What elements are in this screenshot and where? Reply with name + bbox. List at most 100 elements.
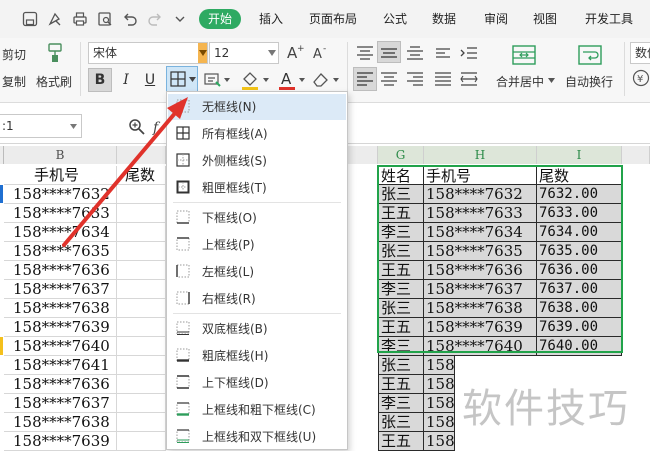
italic-button[interactable]: I	[114, 68, 138, 92]
tab-home[interactable]: 开始	[199, 9, 241, 29]
tail-cell[interactable]	[117, 185, 166, 204]
underline-button[interactable]: U	[138, 68, 162, 92]
phone-cell-right[interactable]: 158****7638	[424, 299, 537, 318]
phone-cell[interactable]: 158****7637	[4, 280, 117, 299]
name-cell[interactable]: 张三	[378, 299, 424, 318]
name-cell[interactable]: 王五	[378, 432, 424, 451]
tail-cell[interactable]	[117, 356, 166, 375]
format-painter-quick-icon[interactable]	[47, 11, 63, 27]
phone-cell[interactable]: 158****7636	[4, 261, 117, 280]
name-cell[interactable]: 李三	[378, 280, 424, 299]
merge-center-button[interactable]: 合并居中	[496, 73, 544, 90]
name-cell[interactable]: 张三	[378, 242, 424, 261]
tab-view[interactable]: 视图	[533, 10, 557, 28]
undo-icon[interactable]	[122, 11, 138, 27]
wrap-text-button[interactable]: 自动换行	[565, 73, 613, 90]
phone-cell[interactable]: 158****7632	[4, 185, 117, 204]
copy-button[interactable]: 复制	[2, 73, 26, 90]
menu-item-outside-borders[interactable]: 外侧框线(S)	[168, 148, 346, 174]
currency-icon[interactable]: ¥	[632, 69, 650, 87]
phone-cell[interactable]: 158****7635	[4, 242, 117, 261]
column-header-h[interactable]: H	[424, 146, 537, 164]
phone-cell-right[interactable]: 158	[424, 356, 455, 375]
menu-item-bottom-border[interactable]: 下框线(O)	[168, 205, 346, 231]
wrap-text-icon[interactable]	[578, 44, 602, 66]
number-format-select[interactable]: 数值	[630, 42, 650, 64]
tail-cell[interactable]	[117, 299, 166, 318]
redo-icon[interactable]	[147, 11, 163, 27]
print-preview-icon[interactable]	[97, 11, 113, 27]
merge-center-icon[interactable]	[512, 44, 536, 66]
increase-font-size-icon[interactable]: A +	[286, 43, 304, 61]
decrease-font-size-icon[interactable]: A -	[312, 43, 330, 61]
menu-item-thick-box-border[interactable]: 粗匣框线(T)	[168, 175, 346, 201]
phone-cell[interactable]: 158****7638	[4, 413, 117, 432]
name-cell[interactable]: 李三	[378, 337, 424, 356]
column-header-i[interactable]: I	[537, 146, 622, 164]
tab-data[interactable]: 数据	[432, 10, 456, 28]
tail-cell-right[interactable]: 7636.00	[537, 261, 622, 280]
tail-cell-right[interactable]: 7637.00	[537, 280, 622, 299]
tail-cell-right[interactable]: 7640.00	[537, 337, 622, 356]
chevron-down-icon[interactable]	[70, 124, 77, 129]
menu-item-left-border[interactable]: 左框线(L)	[168, 259, 346, 285]
menu-item-top-double-bottom-border[interactable]: 上框线和双下框线(U)	[168, 424, 346, 450]
format-painter-icon[interactable]	[44, 42, 66, 64]
name-cell[interactable]: 张三	[378, 185, 424, 204]
phone-cell[interactable]: 158****7636	[4, 375, 117, 394]
chevron-down-icon[interactable]	[172, 11, 188, 27]
cut-button[interactable]: 剪切	[2, 46, 26, 63]
name-cell[interactable]: 张三	[378, 413, 424, 432]
header-cell-tail[interactable]: 尾数	[117, 166, 166, 185]
header-cell-phone[interactable]: 手机号	[4, 166, 117, 185]
phone-cell-right[interactable]: 158	[424, 394, 455, 413]
eraser-icon[interactable]	[312, 70, 330, 88]
header-cell-name[interactable]: 姓名	[378, 166, 424, 185]
zoom-icon[interactable]	[128, 118, 146, 136]
tab-insert[interactable]: 插入	[259, 10, 283, 28]
menu-item-all-borders[interactable]: 所有框线(A)	[168, 121, 346, 147]
tail-cell[interactable]	[117, 337, 166, 356]
phone-cell-right[interactable]: 158****7639	[424, 318, 537, 337]
align-center-icon[interactable]	[379, 70, 399, 88]
phone-cell[interactable]: 158****7639	[4, 432, 117, 451]
name-cell[interactable]: 李三	[378, 394, 424, 413]
phone-cell[interactable]: 158****7640	[4, 337, 117, 356]
align-bottom-icon[interactable]	[405, 44, 425, 62]
orientation-icon[interactable]	[433, 44, 453, 62]
tail-cell-right[interactable]: 7633.00	[537, 204, 622, 223]
tail-cell[interactable]	[117, 318, 166, 337]
name-cell[interactable]: 王五	[378, 318, 424, 337]
column-header-b[interactable]: B	[4, 146, 117, 164]
phone-cell-right[interactable]: 158	[424, 432, 455, 451]
phone-cell-right[interactable]: 158****7640	[424, 337, 537, 356]
phone-cell-right[interactable]: 158****7637	[424, 280, 537, 299]
phone-cell-right[interactable]: 158	[424, 413, 455, 432]
phone-cell-right[interactable]: 158	[424, 375, 455, 394]
tail-cell[interactable]	[117, 204, 166, 223]
header-cell-tail-right[interactable]: 尾数	[537, 166, 622, 185]
save-icon[interactable]	[22, 11, 38, 27]
phone-cell[interactable]: 158****7639	[4, 318, 117, 337]
function-icon[interactable]: f	[152, 118, 166, 136]
phone-cell[interactable]: 158****7634	[4, 223, 117, 242]
menu-item-thick-bottom-border[interactable]: 粗底框线(H)	[168, 343, 346, 369]
phone-cell[interactable]: 158****7638	[4, 299, 117, 318]
tail-cell[interactable]	[117, 413, 166, 432]
name-cell[interactable]: 张三	[378, 356, 424, 375]
phone-cell-right[interactable]: 158****7635	[424, 242, 537, 261]
column-header-f[interactable]	[348, 146, 378, 164]
tail-cell[interactable]	[117, 280, 166, 299]
font-color-icon[interactable]: A	[277, 69, 297, 91]
tail-cell[interactable]	[117, 223, 166, 242]
column-header-g[interactable]: G	[378, 146, 424, 164]
tail-cell[interactable]	[117, 394, 166, 413]
bold-button[interactable]: B	[88, 68, 112, 92]
tail-cell-right[interactable]: 7638.00	[537, 299, 622, 318]
tail-cell[interactable]	[117, 375, 166, 394]
fill-color-icon[interactable]	[240, 69, 260, 91]
menu-item-top-thick-bottom-border[interactable]: 上框线和粗下框线(C)	[168, 397, 346, 423]
header-cell-phone-right[interactable]: 手机号	[424, 166, 537, 185]
menu-item-no-border[interactable]: 无框线(N)	[168, 94, 346, 120]
tab-page-layout[interactable]: 页面布局	[309, 10, 357, 28]
